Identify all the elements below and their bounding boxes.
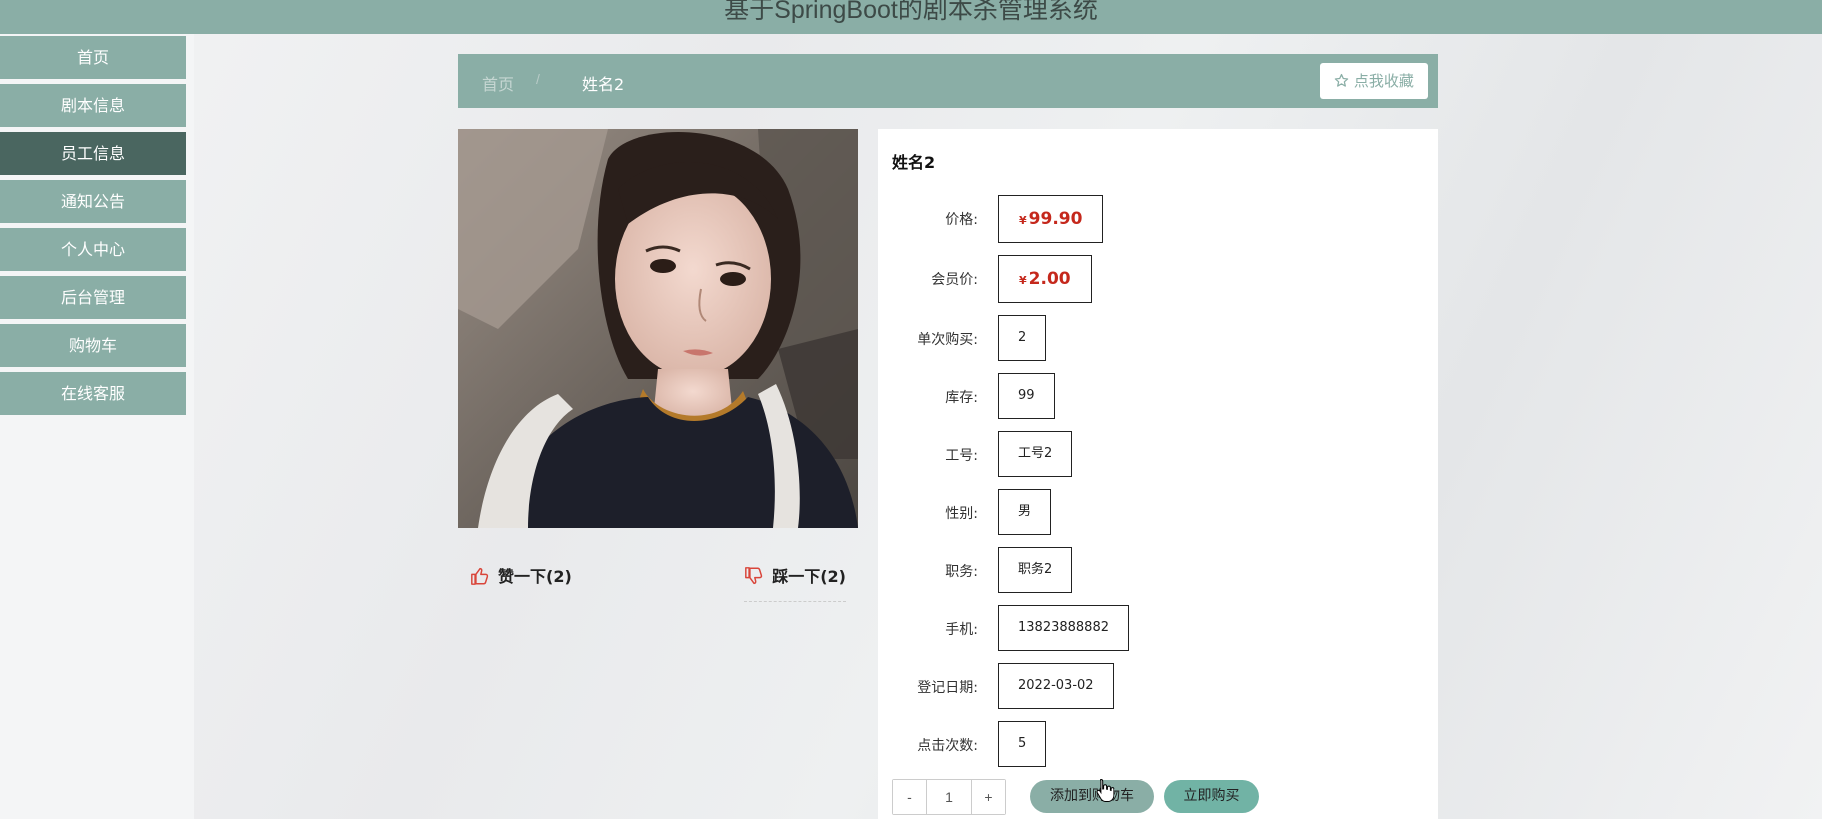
breadcrumb: 首页 / 姓名2 点我收藏: [458, 54, 1438, 108]
detail-name: 姓名2: [892, 153, 936, 172]
portrait-image: [458, 129, 858, 528]
top-header: 基于SpringBoot的剧本杀管理系统: [0, 0, 1822, 34]
quantity-decrease-button[interactable]: -: [893, 780, 926, 814]
field-value: 职务2: [998, 547, 1073, 593]
field-label: 点击次数:: [917, 738, 978, 754]
field-value: 99: [998, 373, 1055, 419]
field-value-price: ¥99.90: [998, 195, 1104, 243]
field-value: 13823888882: [998, 605, 1129, 651]
detail-panel: 姓名2 价格: ¥99.90 会员价: ¥2.00 单次购买: 2 库存: 99…: [878, 129, 1438, 819]
breadcrumb-home-link[interactable]: 首页: [482, 71, 514, 95]
field-value: 工号2: [998, 431, 1073, 477]
favorite-button[interactable]: 点我收藏: [1320, 63, 1428, 99]
app-title: 基于SpringBoot的剧本杀管理系统: [724, 0, 1098, 24]
quantity-increase-button[interactable]: +: [972, 780, 1005, 814]
thumbs-down-icon: [745, 567, 763, 585]
field-label: 登记日期:: [917, 680, 978, 696]
field-label: 单次购买:: [917, 332, 978, 348]
field-label: 手机:: [945, 622, 978, 638]
quantity-stepper: - 1 +: [892, 779, 1006, 815]
field-value-member-price: ¥2.00: [998, 255, 1092, 303]
favorite-label: 点我收藏: [1353, 72, 1414, 90]
field-value: 男: [998, 489, 1052, 535]
menu-item-admin[interactable]: 后台管理: [0, 276, 186, 319]
menu-item-staff[interactable]: 员工信息: [0, 132, 186, 175]
breadcrumb-current: 姓名2: [582, 75, 625, 94]
field-value: 2: [998, 315, 1047, 361]
field-label: 性别:: [945, 506, 978, 522]
menu-item-notices[interactable]: 通知公告: [0, 180, 186, 223]
buy-now-button[interactable]: 立即购买: [1164, 780, 1259, 813]
like-label: 赞一下(2): [498, 567, 572, 586]
menu-item-profile[interactable]: 个人中心: [0, 228, 186, 271]
field-label: 价格:: [945, 212, 978, 228]
vote-bar: 赞一下(2) 踩一下(2): [458, 555, 858, 602]
breadcrumb-separator: /: [536, 71, 540, 87]
field-label: 会员价:: [931, 272, 978, 288]
quantity-input[interactable]: 1: [926, 780, 972, 814]
thumbs-up-icon: [471, 567, 489, 585]
field-value: 5: [998, 721, 1047, 767]
sidebar-menu: 首页 剧本信息 员工信息 通知公告 个人中心 后台管理 购物车 在线客服: [0, 36, 186, 420]
hand-cursor-icon: [1096, 778, 1114, 802]
field-value: 2022-03-02: [998, 663, 1114, 709]
menu-item-cart[interactable]: 购物车: [0, 324, 186, 367]
star-outline-icon: [1334, 73, 1349, 87]
menu-item-scripts[interactable]: 剧本信息: [0, 84, 186, 127]
dislike-label: 踩一下(2): [772, 567, 846, 586]
dislike-button[interactable]: 踩一下(2): [744, 563, 846, 602]
add-to-cart-button[interactable]: 添加到购物车: [1030, 780, 1154, 813]
staff-photo: [458, 129, 858, 528]
field-label: 库存:: [945, 390, 978, 406]
field-label: 职务:: [945, 564, 978, 580]
like-button[interactable]: 赞一下(2): [470, 563, 572, 587]
menu-item-home[interactable]: 首页: [0, 36, 186, 79]
field-label: 工号:: [945, 448, 978, 464]
menu-item-support[interactable]: 在线客服: [0, 372, 186, 415]
